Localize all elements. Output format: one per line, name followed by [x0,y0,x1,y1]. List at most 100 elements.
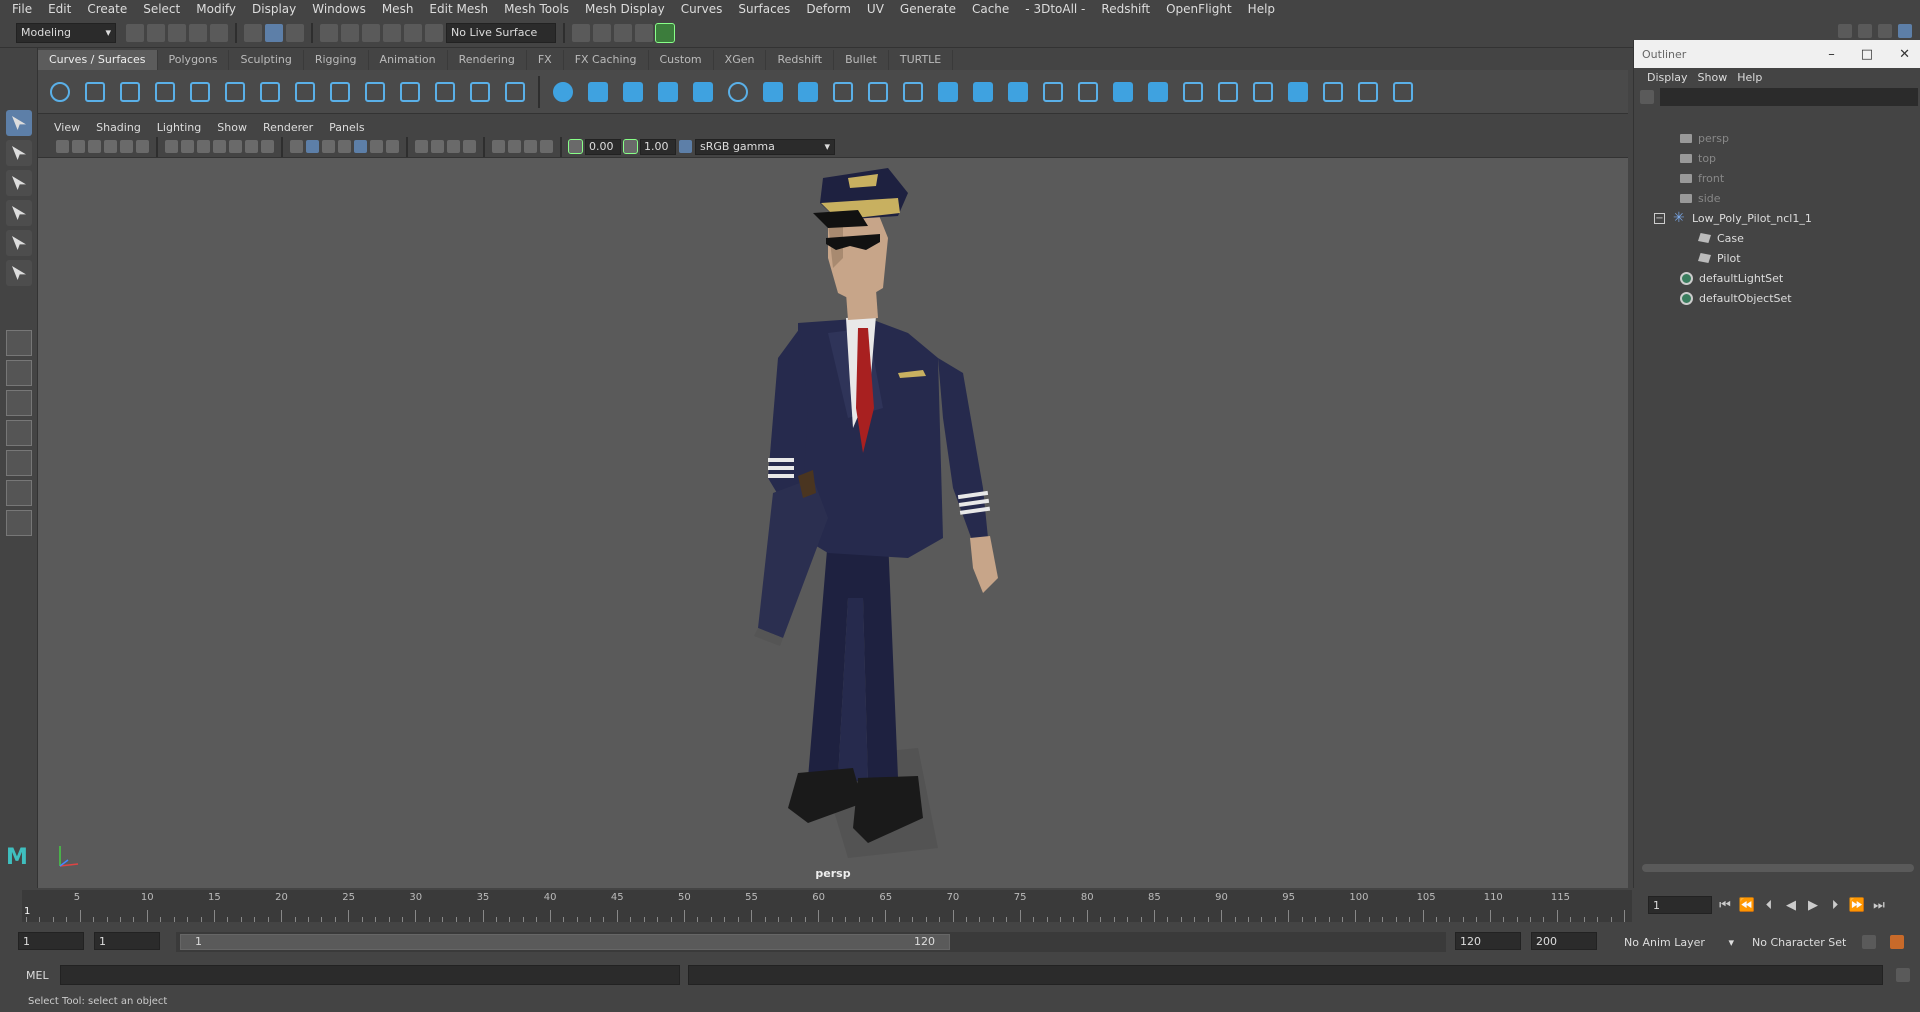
rotate-tool-icon[interactable] [6,230,32,256]
menu-curves[interactable]: Curves [673,0,731,18]
viewport-menu-lighting[interactable]: Lighting [149,121,209,134]
outliner-item-default-light-set[interactable]: defaultLightSet [1680,268,1783,288]
default-material-icon[interactable] [322,140,335,153]
outliner-item-side[interactable]: side [1680,188,1721,208]
new-scene-icon[interactable] [126,23,144,42]
wireframe-icon[interactable] [290,140,303,153]
select-camera-icon[interactable] [56,140,69,153]
field-chart-icon[interactable] [229,140,242,153]
snap-surface-icon[interactable] [404,23,422,42]
search-options-icon[interactable] [1640,90,1654,104]
shelf-tab-rigging[interactable]: Rigging [303,50,369,70]
four-view-layout-icon[interactable] [6,360,32,386]
lasso-tool-icon[interactable] [6,140,32,166]
untrim-icon[interactable] [1146,79,1170,104]
render-settings-icon[interactable] [572,23,590,42]
nurbs-sphere-icon[interactable] [551,79,575,104]
pilot-character-model[interactable] [38,158,1628,888]
maximize-icon[interactable]: □ [1861,47,1873,62]
fillet-icon[interactable] [1356,79,1380,104]
go-to-end-icon[interactable]: ⏭ [1870,898,1888,913]
open-scene-icon[interactable] [147,23,165,42]
scale-tool-icon[interactable] [6,260,32,286]
shelf-tab-bullet[interactable]: Bullet [834,50,889,70]
align-surfaces-icon[interactable] [1251,79,1275,104]
menu-create[interactable]: Create [79,0,135,18]
step-forward-frame-icon[interactable]: ⏩ [1848,898,1866,913]
menu-file[interactable]: File [4,0,40,18]
nurbs-square-icon[interactable] [83,79,107,104]
render-view-icon[interactable] [635,23,653,42]
anim-layer-dropdown[interactable]: No Anim Layer ▾ [1624,932,1734,952]
snap-point-icon[interactable] [362,23,380,42]
current-frame-marker[interactable]: 1 [24,906,30,917]
shelf-tab-animation[interactable]: Animation [368,50,448,70]
select-tool-icon[interactable] [6,110,32,136]
animation-preferences-icon[interactable] [1890,935,1904,949]
bookmark-icon[interactable] [88,140,101,153]
play-backwards-icon[interactable]: ◀ [1782,898,1800,913]
isolate-select-icon[interactable] [492,140,505,153]
modeling-toolkit-icon[interactable] [1838,24,1852,38]
nurbs-cylinder-icon[interactable] [621,79,645,104]
trim-tool-icon[interactable] [1111,79,1135,104]
render-frame-icon[interactable] [593,23,611,42]
snap-grid-icon[interactable] [320,23,338,42]
viewport-menu-view[interactable]: View [46,121,88,134]
square-surface-icon[interactable] [1006,79,1030,104]
outliner-persp-layout-icon[interactable] [6,480,32,506]
select-object-icon[interactable] [265,23,283,42]
range-slider[interactable]: 1 120 [176,932,1446,952]
outliner-horizontal-scrollbar[interactable] [1642,864,1914,872]
character-set-dropdown[interactable]: No Character Set [1752,932,1852,952]
menu-mesh-tools[interactable]: Mesh Tools [496,0,577,18]
minimize-icon[interactable]: – [1828,47,1835,62]
single-perspective-layout-icon[interactable] [6,330,32,356]
anti-aliasing-icon[interactable] [447,140,460,153]
channel-box-icon[interactable] [1898,24,1912,38]
xray-components-icon[interactable] [540,140,553,153]
loft-icon[interactable] [796,79,820,104]
screen-space-ao-icon[interactable] [415,140,428,153]
open-close-surfaces-icon[interactable] [1286,79,1310,104]
menu-windows[interactable]: Windows [304,0,374,18]
play-forwards-icon[interactable]: ▶ [1804,898,1822,913]
paint-select-tool-icon[interactable] [6,170,32,196]
outliner-item-front[interactable]: front [1680,168,1724,188]
outliner-item-persp[interactable]: persp [1680,128,1729,148]
menu-deform[interactable]: Deform [798,0,859,18]
revolve-icon[interactable] [761,79,785,104]
script-editor-icon[interactable] [1896,968,1910,982]
ep-curve-icon[interactable] [153,79,177,104]
extrude-icon[interactable] [866,79,890,104]
bevel-plus-icon[interactable] [936,79,960,104]
shelf-tab-fx[interactable]: FX [526,50,564,70]
nurbs-cone-icon[interactable] [656,79,680,104]
tool-settings-icon[interactable] [1878,24,1892,38]
current-frame-field[interactable]: 1 [1648,896,1712,914]
nurbs-cube-icon[interactable] [586,79,610,104]
wireframe-on-shaded-icon[interactable] [338,140,351,153]
attach-curves-icon[interactable] [293,79,317,104]
film-gate-icon[interactable] [181,140,194,153]
range-slider-handle[interactable]: 1 120 [180,934,950,950]
viewport-menu-show[interactable]: Show [209,121,255,134]
extend-curve-icon[interactable] [398,79,422,104]
rebuild-curve-icon[interactable] [468,79,492,104]
motion-blur-icon[interactable] [431,140,444,153]
offset-curve-icon[interactable] [433,79,457,104]
menu-redshift[interactable]: Redshift [1093,0,1158,18]
persp-graph-layout-icon[interactable] [6,420,32,446]
outliner-item-pilot[interactable]: Pilot [1698,248,1741,268]
menu-generate[interactable]: Generate [892,0,964,18]
gamma-icon[interactable] [623,139,638,154]
image-plane-icon[interactable] [104,140,117,153]
menu-edit[interactable]: Edit [40,0,79,18]
color-management-icon[interactable] [679,140,692,153]
nurbs-plane-icon[interactable] [691,79,715,104]
animation-start-field[interactable]: 1 [18,932,84,950]
viewport-menu-renderer[interactable]: Renderer [255,121,321,134]
grid-icon[interactable] [165,140,178,153]
command-input[interactable] [60,965,680,985]
shelf-tab-rendering[interactable]: Rendering [447,50,527,70]
